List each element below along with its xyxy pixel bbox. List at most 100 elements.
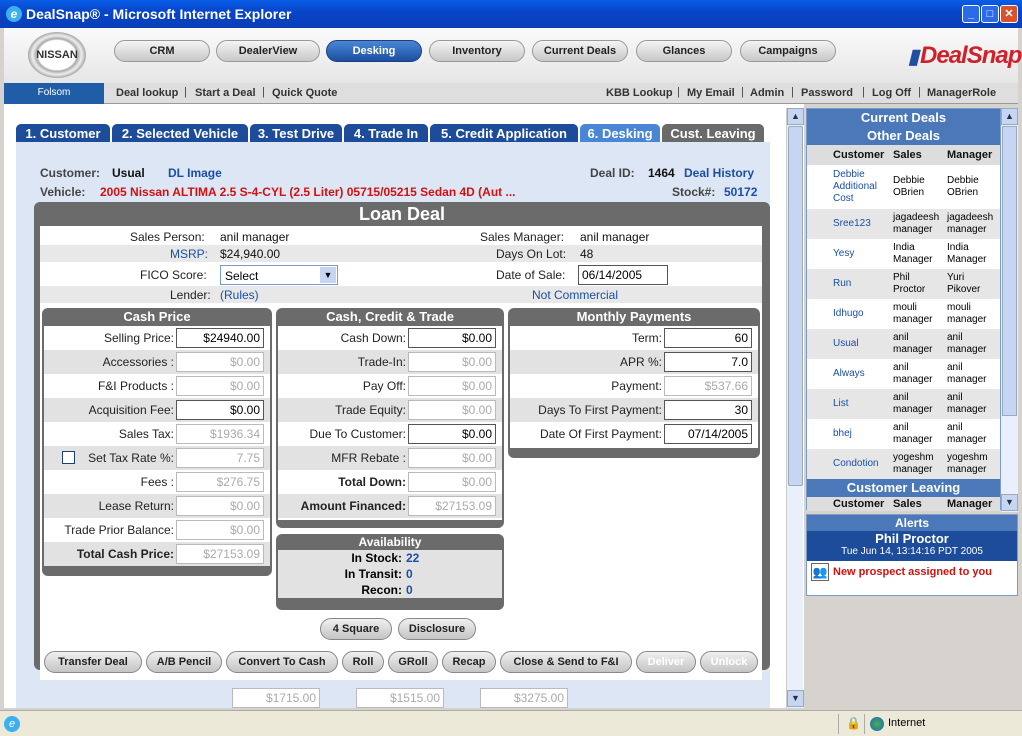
nav-desking[interactable]: Desking (326, 40, 422, 62)
tab-desking[interactable]: 6. Desking (580, 124, 660, 143)
deal-customer-link[interactable]: bhej (833, 428, 852, 440)
chevron-down-icon[interactable]: ▼ (320, 267, 336, 283)
scroll-down-icon[interactable]: ▼ (787, 690, 804, 707)
groll-button[interactable]: GRoll (388, 651, 438, 673)
right-panel-scrollbar[interactable]: ▲ ▼ (1001, 108, 1018, 512)
roll-button[interactable]: Roll (342, 651, 384, 673)
deal-row[interactable]: Usual anil manager anil manager (807, 329, 1000, 359)
four-square-button[interactable]: 4 Square (320, 618, 392, 640)
minimize-icon[interactable]: _ (962, 5, 980, 23)
fi-products-link[interactable]: F&I Products : (98, 379, 174, 393)
stock-number-link[interactable]: 50172 (724, 185, 757, 199)
accessories-link[interactable]: Accessories : (103, 355, 174, 369)
tab-trade-in[interactable]: 4. Trade In (344, 124, 428, 143)
trade-equity-row: Trade Equity: $0.00 (278, 398, 502, 422)
fico-select[interactable]: Select ▼ (220, 265, 338, 285)
fees-link[interactable]: Fees : (141, 475, 174, 489)
tab-customer[interactable]: 1. Customer (16, 124, 110, 143)
deal-row[interactable]: Yesy India Manager India Manager (807, 239, 1000, 269)
ab-pencil-button[interactable]: A/B Pencil (146, 651, 222, 673)
dl-image-link[interactable]: DL Image (168, 166, 222, 180)
link-deal-lookup[interactable]: Deal lookup (116, 87, 178, 99)
scroll-thumb[interactable] (788, 126, 803, 486)
deals-header-row: Customer Sales Manager (807, 145, 1000, 165)
deal-row[interactable]: Sree123 jagadeesh manager jagadeesh manage… (807, 209, 1000, 239)
deal-row[interactable]: List anil manager anil manager (807, 389, 1000, 419)
in-transit-link[interactable]: 0 (406, 567, 413, 581)
customer-leaving-title: Customer Leaving (807, 479, 1000, 497)
deal-customer-link[interactable]: List (833, 398, 849, 410)
due-to-customer-input[interactable]: $0.00 (408, 424, 496, 444)
scroll-down-icon[interactable]: ▼ (1001, 494, 1018, 511)
nav-dealerview[interactable]: DealerView (216, 40, 320, 62)
alert-user-name: Phil Proctor (875, 531, 949, 546)
link-start-deal[interactable]: Start a Deal (195, 87, 256, 99)
close-send-fi-button[interactable]: Close & Send to F&I (500, 651, 632, 673)
deal-customer-link[interactable]: Yesy (833, 248, 854, 260)
disclosure-button[interactable]: Disclosure (398, 618, 476, 640)
cash-credit-body: Cash Down: $0.00 Trade-In: $0.00 Pay Off: $… (278, 326, 502, 520)
link-kbb-lookup[interactable]: KBB Lookup (606, 87, 673, 99)
scroll-thumb[interactable] (1002, 126, 1017, 416)
deal-customer-link[interactable]: Usual (833, 338, 859, 350)
tab-credit-application[interactable]: 5. Credit Application (430, 124, 578, 143)
scroll-up-icon[interactable]: ▲ (1001, 108, 1018, 125)
deal-customer-link[interactable]: Run (833, 278, 851, 290)
deal-customer-link[interactable]: Always (833, 368, 865, 380)
link-password[interactable]: Password (801, 87, 853, 99)
msrp-link[interactable]: MSRP: (170, 247, 208, 261)
selling-price-row: Selling Price: $24940.00 (44, 326, 270, 350)
nav-current-deals[interactable]: Current Deals (532, 40, 628, 62)
info-row: FICO Score: Select ▼ Date of Sale: 06/14… (40, 262, 762, 286)
link-my-email[interactable]: My Email (687, 87, 735, 99)
cash-down-input[interactable]: $0.00 (408, 328, 496, 348)
deal-row[interactable]: Run Phil Proctor Yuri Pikover (807, 269, 1000, 299)
apr-input[interactable]: 7.0 (664, 352, 752, 372)
lender-rules-link[interactable]: (Rules) (220, 288, 259, 302)
not-commercial-link[interactable]: Not Commercial (532, 288, 618, 302)
tab-selected-vehicle[interactable]: 2. Selected Vehicle (112, 124, 248, 143)
transfer-deal-button[interactable]: Transfer Deal (44, 651, 142, 673)
deal-customer-link[interactable]: Idhugo (833, 308, 864, 320)
nav-crm[interactable]: CRM (114, 40, 210, 62)
deal-row[interactable]: Debbie Additional Cost Debbie OBrien Debbi… (807, 165, 1000, 209)
link-log-off[interactable]: Log Off (872, 87, 911, 99)
recon-link[interactable]: 0 (406, 583, 413, 597)
field-label: Trade-In: (357, 355, 406, 369)
term-input[interactable]: 60 (664, 328, 752, 348)
deal-row[interactable]: Idhugo mouli manager mouli manager (807, 299, 1000, 329)
deal-history-link[interactable]: Deal History (684, 166, 754, 180)
days-first-payment-input[interactable]: 30 (664, 400, 752, 420)
set-tax-rate-checkbox[interactable] (62, 451, 75, 464)
deal-customer-link[interactable]: Sree123 (833, 218, 871, 230)
selling-price-input[interactable]: $24940.00 (176, 328, 264, 348)
in-stock-link[interactable]: 22 (406, 551, 419, 565)
link-quick-quote[interactable]: Quick Quote (272, 87, 337, 99)
nav-glances[interactable]: Glances (636, 40, 732, 62)
alert-message-link[interactable]: New prospect assigned to you (833, 566, 992, 578)
field-label: Acquisition Fee: (88, 403, 174, 417)
date-of-sale-input[interactable]: 06/14/2005 (578, 265, 668, 285)
acquisition-fee-input[interactable]: $0.00 (176, 400, 264, 420)
availability-section: Availability In Stock: 22 In Transit: 0 … (276, 534, 504, 610)
link-manager-role[interactable]: ManagerRole (927, 87, 996, 99)
tab-cust-leaving[interactable]: Cust. Leaving (662, 124, 764, 143)
mfr-rebate-link[interactable]: MFR Rebate : (331, 451, 406, 465)
close-icon[interactable]: ✕ (1000, 5, 1018, 23)
tab-test-drive[interactable]: 3. Test Drive (250, 124, 342, 143)
maximize-icon[interactable]: □ (981, 5, 999, 23)
deal-row[interactable]: bhej anil manager anil manager (807, 419, 1000, 449)
deal-row[interactable]: Condotion yogeshm manager yogeshm manager (807, 449, 1000, 479)
scroll-up-icon[interactable]: ▲ (787, 108, 804, 125)
deal-customer-link[interactable]: Debbie Additional Cost (833, 169, 889, 205)
app-header: NISSAN CRM DealerView Desking Inventory … (4, 28, 1022, 84)
recap-button[interactable]: Recap (442, 651, 496, 673)
convert-to-cash-button[interactable]: Convert To Cash (226, 651, 338, 673)
nav-campaigns[interactable]: Campaigns (740, 40, 836, 62)
date-first-payment-input[interactable]: 07/14/2005 (664, 424, 752, 444)
deal-customer-link[interactable]: Condotion (833, 458, 879, 470)
nav-inventory[interactable]: Inventory (429, 40, 525, 62)
deal-row[interactable]: Always anil manager anil manager (807, 359, 1000, 389)
link-admin[interactable]: Admin (750, 87, 784, 99)
main-scrollbar[interactable]: ▲ ▼ (786, 108, 804, 708)
